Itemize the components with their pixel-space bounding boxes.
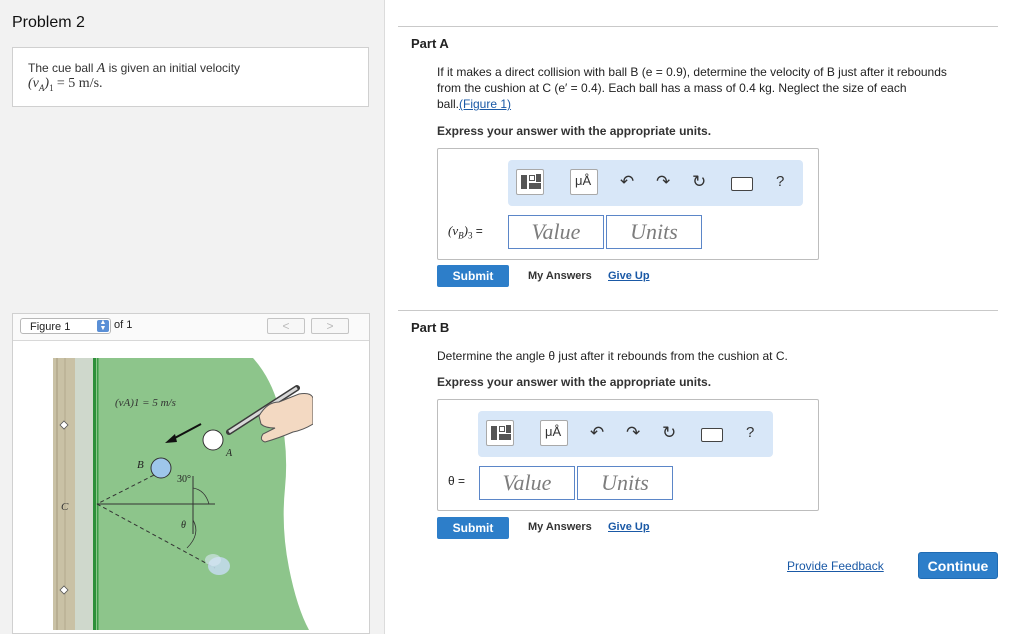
units-icon: μÅ: [545, 424, 562, 439]
templates-button[interactable]: [486, 420, 514, 446]
chevron-right-icon: >: [326, 319, 334, 333]
ball-b: [150, 457, 172, 479]
part-b-prompt: Determine the angle θ just after it rebo…: [437, 349, 788, 363]
part-a-instruction: Express your answer with the appropriate…: [437, 124, 712, 138]
undo-icon[interactable]: ↶: [590, 422, 604, 444]
billiard-figure: C 30° θ (vA)1 = 5 m/s B A: [53, 358, 313, 630]
divider: [398, 310, 998, 311]
templates-button[interactable]: [516, 169, 544, 195]
next-figure-button[interactable]: >: [311, 318, 349, 334]
statement-var: A: [96, 61, 106, 76]
statement-math-value: = 5 m/s.: [56, 76, 103, 91]
figure-panel: Figure 1 ▲ ▼ of 1 < > C 30° θ (vA)1 = 5 …: [12, 313, 370, 634]
units-icon: μÅ: [575, 173, 592, 188]
part-a-answer-box: μÅ ↶ ↷ ↻ ? (vB)3 = Value Units: [437, 148, 819, 260]
statement-rest: is given an initial velocity: [108, 61, 241, 75]
part-a-prompt-line3: ball.(Figure 1): [437, 96, 947, 112]
reset-icon[interactable]: ↻: [692, 171, 706, 193]
keyboard-icon[interactable]: [701, 428, 723, 442]
part-a-value-input[interactable]: Value: [508, 215, 604, 249]
templates-icon: [521, 175, 527, 189]
templates-icon: [491, 426, 497, 440]
divider: [398, 26, 998, 27]
part-a-units-input[interactable]: Units: [606, 215, 702, 249]
part-b-answer-label: θ =: [448, 474, 466, 488]
part-a-my-answers-link[interactable]: My Answers: [528, 270, 592, 282]
problem-title: Problem 2: [12, 14, 85, 31]
part-a-prompt: If it makes a direct collision with ball…: [437, 64, 947, 112]
part-b-submit-button[interactable]: Submit: [437, 517, 509, 539]
redo-icon[interactable]: ↷: [656, 171, 670, 193]
ball-a: [202, 429, 224, 451]
problem-panel: Problem 2 The cue ball A is given an ini…: [0, 0, 385, 634]
figure-select[interactable]: Figure 1 ▲ ▼: [20, 318, 111, 334]
angle-30-label: 30°: [177, 474, 191, 485]
help-icon[interactable]: ?: [746, 422, 754, 444]
cushion: [75, 358, 93, 630]
statement-text: The cue ball: [28, 61, 94, 75]
angle-theta-label: θ: [181, 520, 186, 531]
select-arrows-icon: ▲ ▼: [97, 319, 109, 332]
part-b-title: Part B: [411, 320, 450, 335]
units-button[interactable]: μÅ: [540, 420, 568, 446]
continue-button[interactable]: Continue: [918, 552, 998, 579]
part-a-toolbar: μÅ ↶ ↷ ↻ ?: [508, 160, 803, 206]
part-b-units-input[interactable]: Units: [577, 466, 673, 500]
redo-icon[interactable]: ↷: [626, 422, 640, 444]
part-a-answer-label: (vB)3 =: [448, 223, 483, 241]
part-b-instruction: Express your answer with the appropriate…: [437, 375, 712, 389]
part-b-my-answers-link[interactable]: My Answers: [528, 521, 592, 533]
part-b-toolbar: μÅ ↶ ↷ ↻ ?: [478, 411, 773, 457]
part-b-give-up-link[interactable]: Give Up: [608, 521, 650, 533]
prev-figure-button[interactable]: <: [267, 318, 305, 334]
part-a-prompt-line2: from the cushion at C (e′ = 0.4). Each b…: [437, 81, 907, 95]
cushion-label: C: [61, 501, 69, 513]
undo-icon[interactable]: ↶: [620, 171, 634, 193]
figure-link[interactable]: (Figure 1): [459, 97, 511, 111]
part-a-prompt-line1: If it makes a direct collision with ball…: [437, 65, 947, 79]
statement-math-var: (vA)1: [28, 76, 54, 93]
provide-feedback-link[interactable]: Provide Feedback: [787, 559, 884, 573]
reset-icon[interactable]: ↻: [662, 422, 676, 444]
part-a-submit-button[interactable]: Submit: [437, 265, 509, 287]
units-button[interactable]: μÅ: [570, 169, 598, 195]
figure-count: of 1: [114, 319, 133, 331]
part-a-prompt-line3-text: ball.: [437, 97, 460, 111]
part-b-value-input[interactable]: Value: [479, 466, 575, 500]
keyboard-icon[interactable]: [731, 177, 753, 191]
velocity-label: (vA)1 = 5 m/s: [115, 397, 176, 409]
help-icon[interactable]: ?: [776, 171, 784, 193]
problem-statement: The cue ball A is given an initial veloc…: [12, 47, 369, 107]
chevron-left-icon: <: [282, 319, 290, 333]
part-a-give-up-link[interactable]: Give Up: [608, 270, 650, 282]
figure-toolbar: Figure 1 ▲ ▼ of 1 < >: [13, 314, 369, 341]
part-b-answer-box: μÅ ↶ ↷ ↻ ? θ = Value Units: [437, 399, 819, 511]
ball-b-label: B: [137, 459, 144, 471]
figure-select-label: Figure 1: [30, 321, 71, 333]
rail-line: [93, 358, 96, 630]
ball-a-label: A: [225, 448, 233, 459]
part-a-title: Part A: [411, 36, 449, 51]
